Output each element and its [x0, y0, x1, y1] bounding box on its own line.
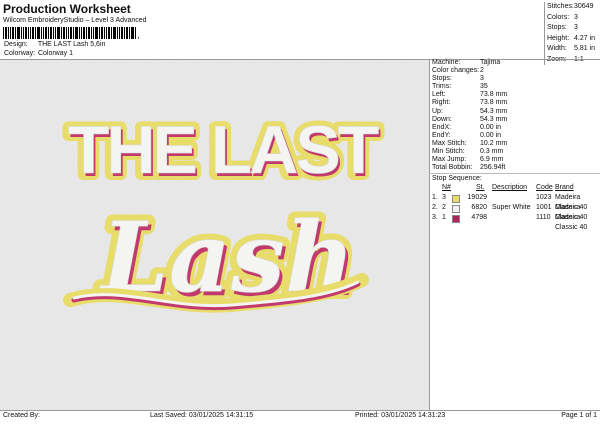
page-title: Production Worksheet: [3, 2, 131, 16]
panel-divider: [429, 59, 430, 411]
color-swatch: [452, 195, 460, 204]
color-swatch: [452, 205, 460, 214]
colorway-value: Colorway 1: [37, 50, 73, 57]
info-up: Up: 54.3 mm: [432, 107, 508, 115]
top-text-group: THE LAST THE LAST THE LAST: [62, 107, 388, 195]
info-min-stitch: Min Stitch: 0.3 mm: [432, 148, 504, 156]
top-text-white: THE LAST: [68, 112, 379, 188]
colorway-row: Colorway: Colorway 1: [4, 50, 73, 57]
stat-height: Height: 4.27 in: [547, 34, 596, 42]
table-row: 2. 2 6820 Super White 1001 Madeira Class…: [432, 204, 588, 222]
stat-colors: Colors: 3: [547, 13, 578, 21]
info-color-changes: Color changes: 2: [432, 67, 484, 75]
design-preview: THE LAST THE LAST THE LAST Lash Lash Las…: [0, 60, 429, 410]
info-endx: EndX: 0.00 in: [432, 123, 502, 131]
info-max-jump: Max Jump: 6.9 mm: [432, 156, 504, 164]
barcode: ,: [3, 27, 140, 39]
col-description: Description: [492, 184, 528, 192]
stat-stitches: Stitches: 30649: [547, 3, 594, 10]
info-stops: Stops: 3: [432, 75, 484, 83]
color-swatch: [452, 215, 460, 224]
design-row: Design: THE LAST Lash 5,6in: [4, 41, 105, 48]
footer-created-by: Created By:: [3, 412, 40, 419]
design-value: THE LAST Lash 5,6in: [37, 41, 106, 48]
design-label: Design:: [4, 41, 28, 48]
stop-sequence-header: N# St. Description Code Brand: [432, 183, 600, 193]
stop-sequence-title: Stop Sequence:: [432, 175, 482, 183]
info-max-stitch: Max Stitch: 10.2 mm: [432, 139, 508, 147]
table-row: 1. 3 19029 1023 Madeira Classic 40: [432, 194, 588, 212]
footer-divider: [0, 410, 600, 411]
col-brand: Brand: [555, 184, 574, 192]
machine-info-panel: Machine: Tajima Color changes: 2 Stops: 3 T…: [429, 59, 600, 232]
col-code: Code: [536, 184, 553, 192]
info-down: Down: 54.3 mm: [432, 115, 508, 123]
software-name: Wilcom EmbroideryStudio – Level 3 Advanc…: [3, 17, 147, 24]
colorway-label: Colorway:: [4, 50, 36, 57]
embroidery-artwork: THE LAST THE LAST THE LAST Lash Lash Las…: [0, 60, 429, 410]
info-trims: Trims: 35: [432, 83, 488, 91]
footer-page: Page 1 of 1: [561, 412, 597, 419]
info-machine: Machine: Tajima: [432, 59, 501, 66]
info-endy: EndY: 0.00 in: [432, 131, 502, 139]
col-st: St.: [476, 184, 485, 192]
footer-printed: Printed: 03/01/2025 14:31:23: [355, 412, 446, 419]
stat-width: Width: 5.81 in: [547, 45, 596, 52]
info-left: Left: 73.8 mm: [432, 91, 508, 99]
table-row: 3. 1 4798 1110 Madeira Classic 40: [432, 214, 588, 232]
barcode-suffix: ,: [137, 30, 140, 39]
info-right: Right: 73.8 mm: [432, 99, 508, 107]
col-n: N#: [442, 184, 451, 192]
stats-panel: Stitches: 30649 Colors: 3 Stops: 3 Height: 4…: [544, 2, 600, 65]
info-total-bobbin: Total Bobbin: 256.94ft: [432, 164, 506, 172]
stop-sequence-divider: [429, 173, 600, 175]
footer-last-saved: Last Saved: 03/01/2025 14:31:15: [150, 412, 254, 419]
stat-stops: Stops: 3: [547, 24, 578, 31]
